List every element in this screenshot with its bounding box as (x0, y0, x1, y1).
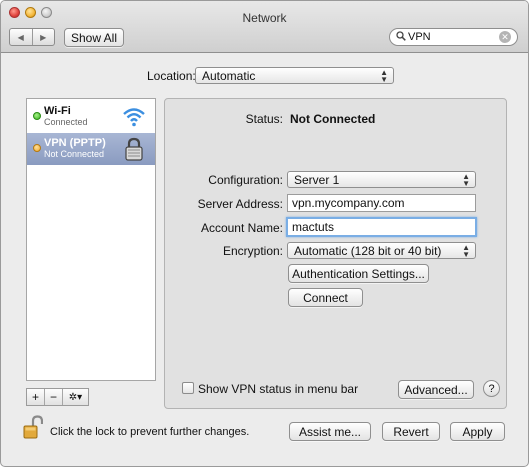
connect-button[interactable]: Connect (288, 288, 363, 307)
service-item-vpn[interactable]: VPN (PPTP) Not Connected (27, 133, 155, 165)
status-dot-icon (33, 144, 41, 152)
account-name-field[interactable]: mactuts (286, 217, 477, 237)
location-popup[interactable]: Automatic ▲ ▼ (195, 67, 394, 84)
forward-button[interactable]: ▶ (33, 29, 55, 45)
search-input-value[interactable]: VPN (408, 31, 431, 43)
service-item-wifi[interactable]: Wi-Fi Connected (27, 101, 155, 133)
configuration-popup[interactable]: Server 1 ▲ ▼ (287, 171, 476, 188)
location-value: Automatic (202, 68, 256, 83)
service-status: Connected (44, 117, 88, 127)
lock-icon[interactable] (23, 415, 43, 439)
service-status: Not Connected (44, 149, 105, 159)
add-service-button[interactable]: + (27, 389, 45, 405)
authentication-settings-button[interactable]: Authentication Settings... (288, 264, 429, 283)
apply-button[interactable]: Apply (450, 422, 505, 441)
popup-arrows-icon: ▲ ▼ (462, 243, 470, 259)
encryption-value: Automatic (128 bit or 40 bit) (294, 243, 442, 258)
server-address-field[interactable]: vpn.mycompany.com (287, 194, 476, 212)
back-forward-control: ◀ ▶ (9, 28, 55, 46)
advanced-button[interactable]: Advanced... (398, 380, 474, 399)
revert-button[interactable]: Revert (382, 422, 440, 441)
title-bar: Network ◀ ▶ Show All VPN ✕ (1, 1, 528, 53)
action-gear-menu-button[interactable]: ✲▾ (63, 389, 88, 405)
service-list: Wi-Fi Connected VPN (PPTP) Not Connected (26, 98, 156, 381)
show-vpn-status-checkbox[interactable] (182, 382, 194, 394)
server-address-value: vpn.mycompany.com (292, 196, 405, 210)
encryption-popup[interactable]: Automatic (128 bit or 40 bit) ▲ ▼ (287, 242, 476, 259)
lock-message: Click the lock to prevent further change… (50, 426, 250, 438)
lock-vpn-icon (125, 137, 143, 161)
network-preferences-window: Network ◀ ▶ Show All VPN ✕ Location: Aut… (0, 0, 529, 467)
window-title: Network (242, 11, 287, 25)
clear-search-icon[interactable]: ✕ (499, 31, 511, 43)
search-field[interactable]: VPN ✕ (389, 28, 518, 46)
encryption-label: Encryption: (222, 244, 283, 258)
show-vpn-status-label: Show VPN status in menu bar (198, 382, 359, 396)
account-name-label: Account Name: (200, 221, 283, 235)
show-all-button[interactable]: Show All (64, 28, 124, 47)
server-address-label: Server Address: (197, 197, 283, 211)
wifi-icon (123, 108, 145, 127)
service-list-toolbar: + − ✲▾ (26, 388, 89, 406)
configuration-label: Configuration: (208, 173, 283, 187)
popup-arrows-icon: ▲ ▼ (462, 172, 470, 188)
popup-arrows-icon: ▲ ▼ (380, 68, 388, 84)
status-label: Status: (245, 112, 283, 126)
status-dot-icon (33, 112, 41, 120)
account-name-value: mactuts (292, 220, 335, 234)
service-name: Wi-Fi (44, 105, 71, 117)
status-value: Not Connected (290, 112, 376, 126)
search-icon (396, 30, 406, 44)
remove-service-button[interactable]: − (45, 389, 63, 405)
location-label: Location: (147, 69, 196, 83)
back-button[interactable]: ◀ (10, 29, 33, 45)
help-button[interactable]: ? (483, 380, 500, 397)
service-name: VPN (PPTP) (44, 137, 106, 149)
configuration-value: Server 1 (294, 172, 340, 187)
assist-me-button[interactable]: Assist me... (289, 422, 371, 441)
